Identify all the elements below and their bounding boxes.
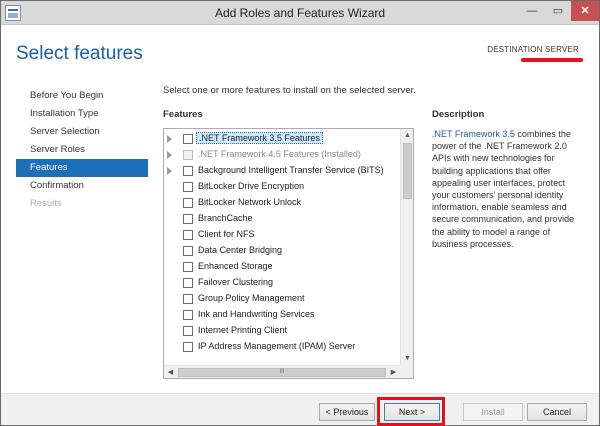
horizontal-scrollbar[interactable]: ◀ III ▶ xyxy=(164,365,400,378)
feature-checkbox[interactable] xyxy=(183,326,193,336)
next-button-highlight xyxy=(377,397,445,426)
feature-label: BitLocker Network Unlock xyxy=(198,197,302,207)
feature-checkbox[interactable] xyxy=(183,182,193,192)
feature-row-dcb[interactable]: Data Center Bridging xyxy=(164,243,400,259)
feature-checkbox[interactable] xyxy=(183,262,193,272)
description-feature-link[interactable]: .NET Framework 3.5 xyxy=(432,129,515,139)
feature-row-client-nfs[interactable]: Client for NFS xyxy=(164,227,400,243)
feature-row-net45[interactable]: .NET Framework 4.5 Features (Installed) xyxy=(164,147,400,163)
window-title: Add Roles and Features Wizard xyxy=(214,6,386,20)
feature-row-net35[interactable]: .NET Framework 3.5 Features xyxy=(164,131,400,147)
feature-row-bits[interactable]: Background Intelligent Transfer Service … xyxy=(164,163,400,179)
feature-checkbox[interactable] xyxy=(183,342,193,352)
description-header: Description xyxy=(432,109,485,120)
title-bar[interactable]: Add Roles and Features Wizard — ▭ ✕ xyxy=(1,1,599,25)
feature-checkbox[interactable] xyxy=(183,230,193,240)
nav-item-results: Results xyxy=(30,198,62,209)
feature-checkbox[interactable] xyxy=(183,134,193,144)
feature-label: Client for NFS xyxy=(198,229,255,239)
nav-item-before-you-begin[interactable]: Before You Begin xyxy=(16,87,148,105)
features-list-items: .NET Framework 3.5 Features .NET Framewo… xyxy=(164,131,400,355)
feature-checkbox[interactable] xyxy=(183,278,193,288)
nav-item-server-selection[interactable]: Server Selection xyxy=(16,123,148,141)
scroll-down-icon[interactable]: ▼ xyxy=(401,352,413,365)
scroll-left-icon[interactable]: ◀ xyxy=(164,366,177,378)
feature-label: .NET Framework 3.5 Features xyxy=(196,132,323,144)
feature-checkbox[interactable] xyxy=(183,246,193,256)
nav-item-installation-type[interactable]: Installation Type xyxy=(16,105,148,123)
nav-item-server-roles[interactable]: Server Roles xyxy=(16,141,148,159)
feature-row-ipam[interactable]: IP Address Management (IPAM) Server xyxy=(164,339,400,355)
feature-checkbox[interactable] xyxy=(183,166,193,176)
instructions-text: Select one or more features to install o… xyxy=(163,85,416,96)
wizard-nav: Before You Begin Installation Type Serve… xyxy=(16,87,148,213)
feature-label: .NET Framework 4.5 Features (Installed) xyxy=(198,149,361,159)
feature-row-bitlocker-drive[interactable]: BitLocker Drive Encryption xyxy=(164,179,400,195)
horizontal-scroll-thumb[interactable]: III xyxy=(178,368,386,377)
feature-description: .NET Framework 3.5 combines the power of… xyxy=(432,128,582,250)
scroll-up-icon[interactable]: ▲ xyxy=(401,129,413,142)
scrollbar-corner xyxy=(400,365,413,378)
redacted-server-name xyxy=(521,58,583,62)
feature-checkbox[interactable] xyxy=(183,198,193,208)
nav-item-confirmation[interactable]: Confirmation xyxy=(16,177,148,195)
wizard-window: Add Roles and Features Wizard — ▭ ✕ Sele… xyxy=(0,0,600,426)
feature-label: IP Address Management (IPAM) Server xyxy=(198,341,356,351)
nav-item-features[interactable]: Features xyxy=(16,159,148,177)
expand-arrow-icon[interactable] xyxy=(167,167,172,175)
cancel-button[interactable]: Cancel xyxy=(527,403,587,421)
feature-label: BranchCache xyxy=(198,213,253,223)
scroll-right-icon[interactable]: ▶ xyxy=(387,366,400,378)
install-button: Install xyxy=(463,403,523,421)
features-list[interactable]: .NET Framework 3.5 Features .NET Framewo… xyxy=(163,128,414,379)
page-title: Select features xyxy=(16,43,143,64)
wizard-footer: < Previous Next > Install Cancel xyxy=(1,393,599,425)
feature-row-bitlocker-network[interactable]: BitLocker Network Unlock xyxy=(164,195,400,211)
feature-row-branchcache[interactable]: BranchCache xyxy=(164,211,400,227)
vertical-scroll-thumb[interactable] xyxy=(403,143,412,199)
feature-checkbox[interactable] xyxy=(183,214,193,224)
maximize-button[interactable]: ▭ xyxy=(545,1,571,21)
feature-label: Group Policy Management xyxy=(198,293,305,303)
close-button[interactable]: ✕ xyxy=(571,1,599,21)
feature-row-ipc[interactable]: Internet Printing Client xyxy=(164,323,400,339)
minimize-button[interactable]: — xyxy=(519,1,545,21)
feature-checkbox[interactable] xyxy=(183,150,193,160)
feature-row-gpm[interactable]: Group Policy Management xyxy=(164,291,400,307)
feature-row-enhanced-storage[interactable]: Enhanced Storage xyxy=(164,259,400,275)
feature-checkbox[interactable] xyxy=(183,294,193,304)
feature-label: Enhanced Storage xyxy=(198,261,273,271)
feature-label: Background Intelligent Transfer Service … xyxy=(198,165,384,175)
expand-arrow-icon[interactable] xyxy=(167,135,172,143)
feature-label: Failover Clustering xyxy=(198,277,274,287)
previous-button[interactable]: < Previous xyxy=(319,403,375,421)
vertical-scrollbar[interactable]: ▲ ▼ xyxy=(400,129,413,365)
feature-label: Ink and Handwriting Services xyxy=(198,309,315,319)
feature-row-failover[interactable]: Failover Clustering xyxy=(164,275,400,291)
feature-row-ink[interactable]: Ink and Handwriting Services xyxy=(164,307,400,323)
expand-arrow-icon[interactable] xyxy=(167,151,172,159)
feature-label: Data Center Bridging xyxy=(198,245,283,255)
features-header: Features xyxy=(163,109,203,120)
feature-label: BitLocker Drive Encryption xyxy=(198,181,305,191)
destination-server-label: DESTINATION SERVER xyxy=(487,45,579,54)
feature-checkbox[interactable] xyxy=(183,310,193,320)
description-text: combines the power of the .NET Framework… xyxy=(432,129,575,249)
feature-label: Internet Printing Client xyxy=(198,325,288,335)
